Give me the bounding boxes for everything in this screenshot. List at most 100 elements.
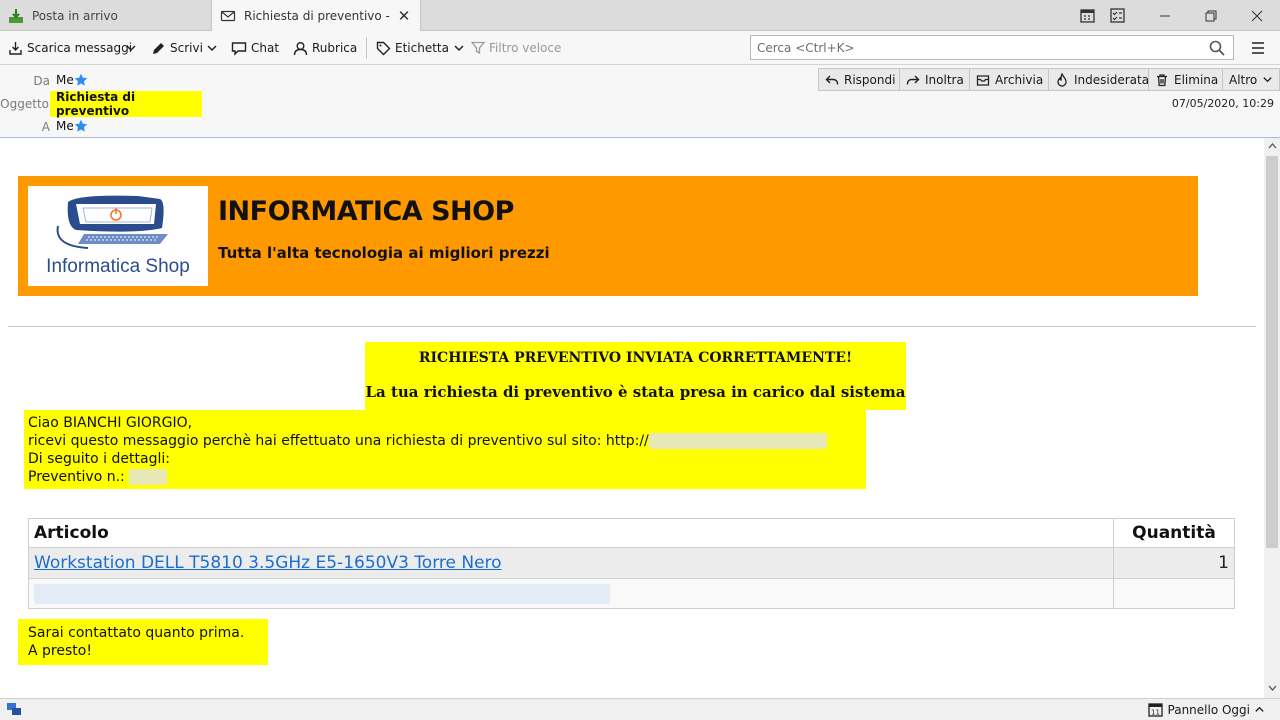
- delete-label: Elimina: [1174, 72, 1219, 87]
- search-icon[interactable]: [1209, 40, 1225, 56]
- chevron-down-icon: [454, 45, 464, 52]
- chat-button[interactable]: Chat: [231, 36, 279, 60]
- calendar-icon[interactable]: [1076, 0, 1098, 31]
- tasks-icon[interactable]: [1106, 0, 1128, 31]
- subject-value: Richiesta di preventivo: [50, 90, 202, 118]
- item-cell: Workstation DELL T5810 3.5GHz E5-1650V3 …: [29, 548, 1114, 578]
- chevron-down-icon: [207, 45, 217, 52]
- redacted-item-cell: [29, 579, 1114, 608]
- item-link[interactable]: Workstation DELL T5810 3.5GHz E5-1650V3 …: [34, 553, 502, 573]
- site-line: ricevi questo messaggio perchè hai effet…: [28, 432, 862, 450]
- closing-line-1: Sarai contattato quanto prima.: [28, 625, 245, 641]
- toolbar-separator: [366, 37, 367, 59]
- calendar-day-icon: 11: [1147, 703, 1163, 717]
- write-button[interactable]: Scrivi: [151, 36, 203, 60]
- download-icon: [9, 41, 22, 55]
- restore-icon[interactable]: [1198, 0, 1224, 31]
- search-placeholder: Cerca <Ctrl+K>: [757, 40, 855, 55]
- tab-message[interactable]: Richiesta di preventivo - Posta in arriv…: [211, 0, 421, 32]
- close-window-icon[interactable]: [1244, 0, 1270, 31]
- app-menu-button[interactable]: [1250, 36, 1270, 60]
- chevron-down-icon: [1263, 77, 1272, 83]
- filter-icon: [471, 41, 485, 55]
- closing-block: Sarai contattato quanto prima. A presto!: [18, 619, 268, 665]
- message-date: 07/05/2020, 10:29: [1171, 97, 1274, 110]
- get-messages-button[interactable]: Scarica messaggi: [8, 36, 132, 60]
- address-book-label: Rubrica: [312, 41, 358, 55]
- confirmation-subtitle: La tua richiesta di preventivo è stata p…: [365, 383, 906, 401]
- thunderbird-window: Posta in arrivo Richiesta di preventivo …: [0, 0, 1280, 720]
- chevron-down-icon: [126, 45, 136, 52]
- address-book-button[interactable]: Rubrica: [293, 36, 357, 60]
- table-row: Workstation DELL T5810 3.5GHz E5-1650V3 …: [29, 548, 1234, 579]
- junk-label: Indesiderata: [1074, 72, 1150, 87]
- scroll-up-icon[interactable]: [1264, 138, 1280, 154]
- junk-button[interactable]: Indesiderata: [1048, 68, 1157, 91]
- contacts-icon: [293, 41, 308, 55]
- table-header-row: Articolo Quantità: [29, 519, 1234, 548]
- confirmation-box: RICHIESTA PREVENTIVO INVIATA CORRETTAMEN…: [365, 342, 906, 410]
- pencil-icon: [153, 42, 164, 54]
- reply-label: Rispondi: [844, 72, 896, 87]
- to-label: A: [41, 120, 50, 134]
- tag-label: Etichetta: [395, 41, 449, 55]
- from-label: Da: [33, 74, 50, 88]
- envelope-icon: [220, 10, 236, 22]
- junk-fire-icon: [1057, 72, 1067, 87]
- table-row: [29, 579, 1234, 608]
- tag-button[interactable]: Etichetta: [376, 36, 469, 60]
- shop-title: INFORMATICA SHOP: [218, 196, 514, 227]
- message-body: Informatica Shop INFORMATICA SHOP Tutta …: [0, 138, 1264, 698]
- shop-logo: Informatica Shop: [28, 186, 208, 286]
- archive-label: Archivia: [995, 72, 1044, 87]
- scroll-down-icon[interactable]: [1264, 680, 1280, 696]
- more-label: Altro: [1229, 72, 1258, 87]
- status-bar: 11 Pannello Oggi: [0, 698, 1280, 720]
- from-contact[interactable]: Me: [56, 73, 88, 87]
- greeting-line: Ciao BIANCHI GIORGIO,: [28, 415, 193, 431]
- to-value: Me: [56, 119, 74, 133]
- from-value: Me: [56, 73, 74, 87]
- tab-inbox[interactable]: Posta in arrivo: [0, 0, 210, 31]
- quote-number-label: Preventivo n.:: [28, 469, 125, 485]
- network-status-icon[interactable]: [6, 702, 22, 716]
- minimize-icon[interactable]: [1152, 0, 1178, 31]
- trash-icon: [1157, 73, 1167, 86]
- more-button[interactable]: Altro: [1222, 68, 1280, 91]
- site-line-text: ricevi questo messaggio perchè hai effet…: [28, 433, 649, 449]
- to-contact[interactable]: Me: [56, 119, 88, 133]
- delete-button[interactable]: Elimina: [1148, 68, 1226, 91]
- today-pane-toggle[interactable]: 11 Pannello Oggi: [1147, 702, 1270, 717]
- close-tab-icon[interactable]: ✕: [396, 7, 412, 25]
- tab-inbox-label: Posta in arrivo: [32, 8, 118, 23]
- chat-icon: [231, 41, 247, 56]
- redacted-item-bar: [34, 583, 610, 604]
- empty-quantity-cell: [1114, 579, 1234, 608]
- closing-line-2: A presto!: [28, 643, 92, 659]
- logo-text: Informatica Shop: [46, 256, 190, 277]
- archive-button[interactable]: Archivia: [969, 68, 1051, 91]
- star-icon[interactable]: [74, 119, 88, 133]
- message-header: Da Me Oggetto Richiesta di preventivo A …: [0, 65, 1280, 138]
- forward-button[interactable]: Inoltra: [899, 68, 971, 91]
- star-icon[interactable]: [74, 73, 88, 87]
- write-dropdown[interactable]: [206, 36, 222, 60]
- tag-icon: [376, 41, 391, 55]
- redacted-quote-number: [129, 469, 168, 485]
- column-header-quantity: Quantità: [1132, 523, 1216, 543]
- shop-tagline: Tutta l'alta tecnologia ai migliori prez…: [218, 244, 550, 262]
- greeting-block: Ciao BIANCHI GIORGIO, ricevi questo mess…: [24, 410, 866, 489]
- scrollbar-thumb[interactable]: [1266, 156, 1278, 548]
- get-messages-dropdown[interactable]: [125, 36, 141, 60]
- computer-logo-icon: [56, 195, 168, 249]
- column-header-item: Articolo: [29, 519, 1114, 547]
- quick-filter-button[interactable]: Filtro veloce: [471, 36, 561, 60]
- svg-text:11: 11: [1151, 709, 1160, 717]
- reply-button[interactable]: Rispondi: [818, 68, 903, 91]
- vertical-scrollbar[interactable]: [1264, 138, 1280, 698]
- subject-label: Oggetto: [0, 97, 49, 111]
- hamburger-menu-icon: [1252, 42, 1264, 54]
- details-line: Di seguito i dettagli:: [28, 451, 170, 467]
- divider: [8, 326, 1256, 327]
- search-input[interactable]: Cerca <Ctrl+K>: [750, 35, 1234, 60]
